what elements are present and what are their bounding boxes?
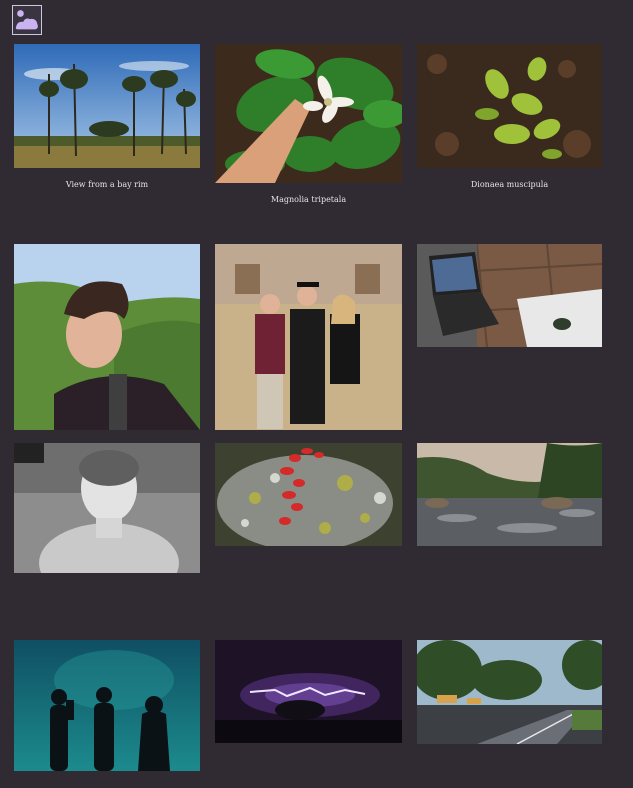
photo-laptop[interactable] <box>417 244 602 347</box>
photo-thermal[interactable] <box>14 443 200 573</box>
landscape-placeholder-icon <box>15 10 38 30</box>
site-logo[interactable] <box>12 5 42 35</box>
photo-portrait-trail[interactable] <box>14 244 200 430</box>
photo-caption: View from a bay rim <box>65 180 149 189</box>
photo-bay-rim[interactable] <box>14 44 200 168</box>
photo-graduation[interactable] <box>215 244 402 430</box>
photo-aquarium[interactable] <box>14 640 200 771</box>
photo-caption: Dionaea muscipula <box>470 180 549 189</box>
photo-caption: Magnolia tripetala <box>270 195 347 204</box>
photo-river[interactable] <box>417 443 602 546</box>
photo-lightning[interactable] <box>215 640 402 743</box>
photo-magnolia[interactable] <box>215 44 402 183</box>
photo-dionaea[interactable] <box>417 44 602 168</box>
photo-street[interactable] <box>417 640 602 744</box>
photo-lichen[interactable] <box>215 443 402 546</box>
